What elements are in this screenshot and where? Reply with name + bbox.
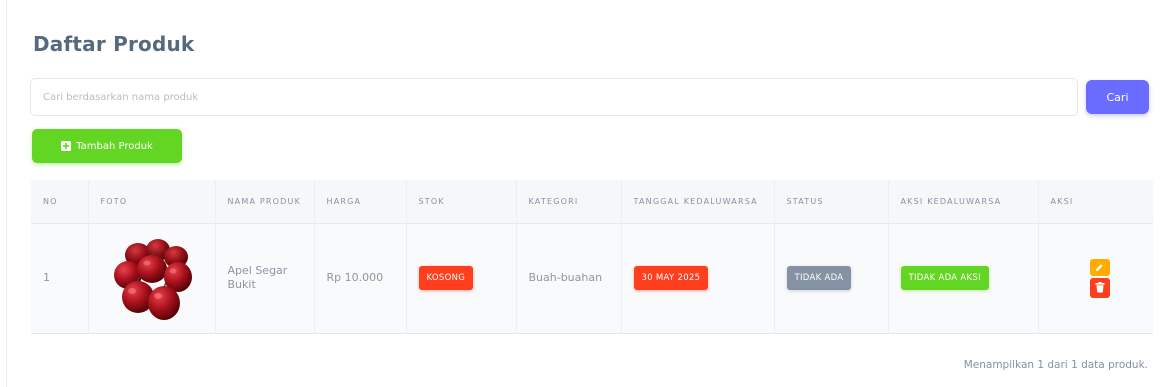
stock-badge: KOSONG <box>418 266 474 290</box>
cell-no: 1 <box>31 223 89 334</box>
status-badge: TIDAK ADA <box>786 266 852 290</box>
content-edge <box>6 0 7 387</box>
header-tanggal-kedaluwarsa: TANGGAL KEDALUWARSA <box>621 180 775 224</box>
table-info-text: Menampilkan 1 dari 1 data produk. <box>963 359 1148 371</box>
expiry-date-badge: 30 MAY 2025 <box>633 266 709 290</box>
product-table-container: NO FOTO NAMA PRODUK HARGA STOK KATEGORI … <box>31 180 1153 334</box>
add-product-label: Tambah Produk <box>76 140 153 152</box>
cell-tanggal-kedaluwarsa: 30 MAY 2025 <box>621 223 775 334</box>
header-nama-produk: NAMA PRODUK <box>215 180 315 224</box>
search-bar: Cari <box>30 78 1154 116</box>
edit-icon <box>1096 263 1103 271</box>
delete-button[interactable] <box>1089 277 1110 298</box>
page-title: Daftar Produk <box>33 32 195 56</box>
header-aksi: AKSI <box>1038 180 1153 224</box>
cell-nama-produk: Apel Segar Bukit <box>215 223 315 334</box>
cell-aksi <box>1038 223 1154 334</box>
cell-status: TIDAK ADA <box>774 223 889 334</box>
edit-button[interactable] <box>1089 258 1110 276</box>
add-product-button[interactable]: Tambah Produk <box>32 129 182 163</box>
table-row: 1 Apel Segar Bukit Rp 10.000 KOSONG Buah… <box>31 223 1154 334</box>
delete-icon <box>1095 282 1105 293</box>
product-table: NO FOTO NAMA PRODUK HARGA STOK KATEGORI … <box>31 180 1153 334</box>
header-kategori: KATEGORI <box>516 180 622 224</box>
search-input[interactable] <box>30 78 1078 116</box>
cell-harga: Rp 10.000 <box>314 223 407 334</box>
cell-stok: KOSONG <box>406 223 517 334</box>
search-button[interactable]: Cari <box>1086 80 1149 114</box>
product-photo-apples <box>113 239 192 320</box>
header-harga: HARGA <box>314 180 407 224</box>
header-aksi-kedaluwarsa: AKSI KEDALUWARSA <box>888 180 1039 224</box>
header-status: STATUS <box>774 180 889 224</box>
expiry-action-badge: TIDAK ADA AKSI <box>900 266 989 290</box>
plus-square-icon <box>61 141 72 151</box>
cell-aksi-kedaluwarsa: TIDAK ADA AKSI <box>888 223 1039 334</box>
header-no: NO <box>31 180 89 224</box>
cell-kategori: Buah-buahan <box>516 223 622 334</box>
cell-foto <box>88 223 216 334</box>
table-header-row: NO FOTO NAMA PRODUK HARGA STOK KATEGORI … <box>31 180 1153 224</box>
header-stok: STOK <box>406 180 517 224</box>
header-foto: FOTO <box>88 180 216 224</box>
row-actions <box>1047 258 1154 298</box>
